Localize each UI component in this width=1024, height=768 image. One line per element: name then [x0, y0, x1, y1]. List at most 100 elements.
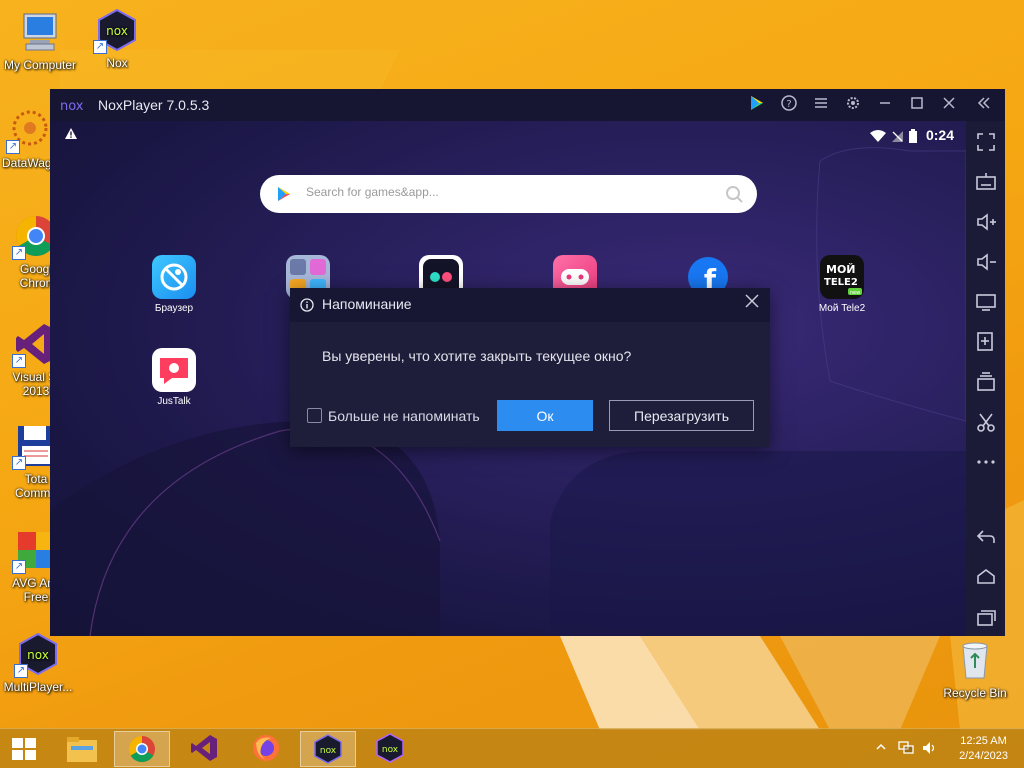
nox-app-icon: nox ↗	[93, 8, 139, 54]
apk-install-icon[interactable]	[975, 331, 997, 353]
nox-app-icon: nox	[314, 734, 342, 764]
menu-icon[interactable]	[811, 95, 831, 115]
shortcut-arrow-icon: ↗	[12, 354, 26, 368]
recent-apps-icon[interactable]	[975, 606, 997, 628]
desktop-icon-label: My Computer	[3, 58, 77, 72]
desktop-icon-label: Recycle Bin	[943, 686, 1007, 700]
dialog-header: Напоминание	[290, 288, 770, 322]
tele2-app-icon: МОЙ TELE2 new	[820, 255, 864, 299]
taskbar-firefox[interactable]	[238, 731, 294, 767]
windows-logo-icon	[12, 738, 36, 760]
volume-down-icon[interactable]	[975, 251, 997, 273]
desktop-icon-label: MultiPlayer...	[3, 680, 73, 694]
home-icon[interactable]	[975, 566, 997, 588]
more-icon[interactable]	[975, 451, 997, 473]
speaker-icon[interactable]	[922, 741, 938, 758]
justalk-icon	[152, 348, 196, 392]
desktop-icon-recycle-bin[interactable]: Recycle Bin	[935, 638, 1015, 700]
firefox-icon	[253, 735, 279, 761]
dialog-close-icon[interactable]	[742, 294, 762, 314]
reminder-dialog: Напоминание Вы уверены, что хотите закры…	[290, 288, 770, 447]
folder-icon	[67, 737, 97, 762]
ok-button[interactable]: Ок	[497, 400, 593, 431]
svg-text:МОЙ: МОЙ	[826, 263, 856, 276]
desktop-icon-label: Nox	[106, 56, 128, 70]
taskbar-nox-multiplayer[interactable]: nox	[300, 731, 356, 767]
computer-icon	[18, 10, 62, 54]
collapse-sidebar-icon[interactable]	[974, 95, 994, 115]
keyboard-icon[interactable]	[975, 171, 997, 193]
window-title: NoxPlayer 7.0.5.3	[98, 97, 210, 113]
no-signal-icon	[892, 130, 904, 142]
chrome-icon	[128, 735, 155, 763]
shortcut-arrow-icon: ↗	[14, 664, 28, 678]
play-store-icon[interactable]	[747, 95, 767, 115]
taskbar-chrome[interactable]	[114, 731, 170, 767]
dont-remind-checkbox[interactable]	[307, 408, 322, 423]
svg-text:nox: nox	[382, 745, 399, 755]
dont-remind-label[interactable]: Больше не напоминать	[328, 408, 480, 424]
minimize-icon[interactable]	[875, 95, 895, 115]
volume-up-icon[interactable]	[975, 211, 997, 233]
nox-side-toolbar	[966, 121, 1005, 636]
desktop-icon-my-computer[interactable]: My Computer	[0, 10, 80, 72]
desktop-icon-multiplayer[interactable]: nox ↗ MultiPlayer...	[0, 632, 78, 694]
nox-titlebar[interactable]: nox NoxPlayer 7.0.5.3 ?	[50, 89, 1005, 121]
fullscreen-icon[interactable]	[975, 131, 997, 153]
svg-text:nox: nox	[27, 648, 49, 662]
app-label: Браузер	[154, 303, 194, 314]
svg-text:new: new	[850, 290, 860, 296]
desktop-icon-nox[interactable]: nox ↗ Nox	[77, 8, 157, 70]
visual-studio-icon	[191, 735, 217, 761]
nox-app-icon: nox	[376, 733, 404, 763]
search-icon[interactable]	[725, 185, 743, 203]
back-icon[interactable]	[975, 526, 997, 548]
svg-text:TELE2: TELE2	[824, 277, 858, 288]
warning-icon	[64, 127, 78, 143]
taskbar-nox-player[interactable]: nox	[362, 731, 418, 767]
app-justalk[interactable]: JusTalk	[139, 348, 209, 407]
play-store-icon	[278, 187, 290, 201]
multi-instance-icon[interactable]	[975, 371, 997, 393]
datawag-icon: ↗	[6, 108, 52, 154]
recycle-bin-icon	[953, 638, 997, 682]
scissors-icon[interactable]	[975, 411, 997, 433]
clock-time: 12:25 AM	[960, 735, 1007, 747]
clock-date: 2/24/2023	[959, 750, 1008, 762]
network-icon[interactable]	[898, 741, 914, 758]
search-input[interactable]	[306, 185, 706, 199]
taskbar-file-explorer[interactable]	[54, 731, 110, 767]
close-icon[interactable]	[939, 95, 959, 115]
svg-text:nox: nox	[106, 24, 128, 38]
settings-gear-icon[interactable]	[843, 95, 863, 115]
maximize-icon[interactable]	[907, 95, 927, 115]
svg-text:?: ?	[786, 99, 791, 110]
app-label: JusTalk	[157, 396, 191, 407]
svg-text:nox: nox	[60, 99, 84, 112]
app-label: Мой Tele2	[818, 303, 866, 314]
app-my-tele2[interactable]: МОЙ TELE2 new Мой Tele2	[807, 255, 877, 314]
shortcut-arrow-icon: ↗	[93, 40, 107, 54]
app-browser[interactable]: Браузер	[139, 255, 209, 314]
help-icon[interactable]: ?	[779, 95, 799, 115]
dialog-title: Напоминание	[322, 296, 412, 312]
reload-button[interactable]: Перезагрузить	[609, 400, 754, 431]
shortcut-arrow-icon: ↗	[12, 246, 26, 260]
taskbar-visual-studio[interactable]	[176, 731, 232, 767]
browser-app-icon	[152, 255, 196, 299]
dialog-message: Вы уверены, что хотите закрыть текущее о…	[322, 348, 632, 364]
wifi-icon	[869, 129, 886, 142]
screen-icon[interactable]	[975, 291, 997, 313]
svg-text:nox: nox	[320, 746, 337, 756]
nox-logo-icon: nox	[60, 99, 84, 112]
app-search-bar[interactable]	[260, 175, 757, 213]
status-time: 0:24	[925, 127, 954, 143]
shortcut-arrow-icon: ↗	[12, 456, 26, 470]
show-hidden-icons-icon[interactable]	[876, 741, 886, 755]
nox-multiplayer-icon: nox ↗	[14, 632, 60, 678]
system-clock[interactable]: 12:25 AM 2/24/2023	[959, 734, 1008, 764]
info-icon	[300, 298, 314, 312]
shortcut-arrow-icon: ↗	[6, 140, 20, 154]
windows-taskbar: nox nox 12:25 AM 2/24/2023	[0, 728, 1024, 768]
start-button[interactable]	[4, 731, 44, 767]
